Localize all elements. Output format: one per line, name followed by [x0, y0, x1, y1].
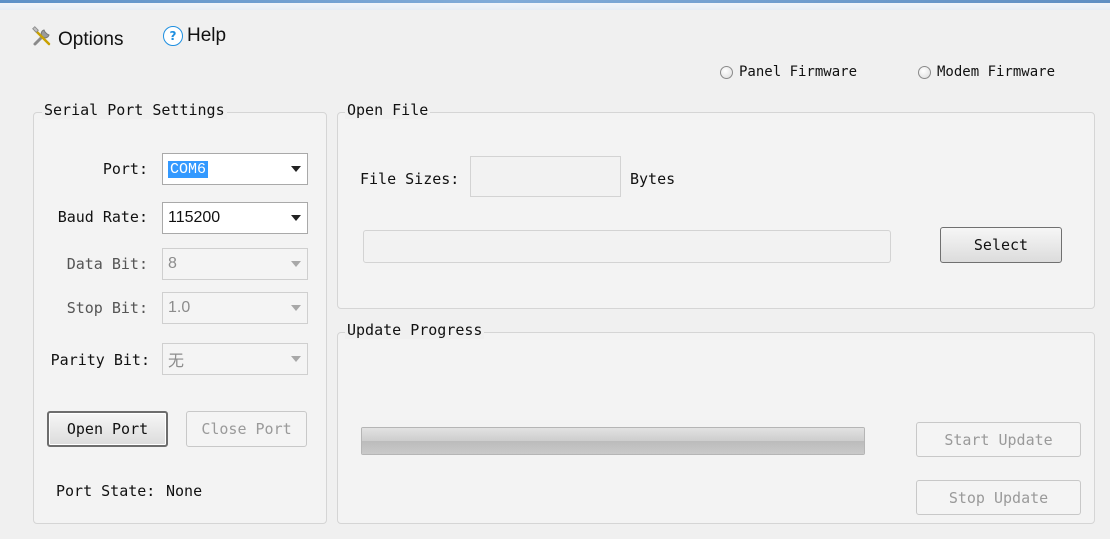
chevron-down-icon: [285, 261, 307, 267]
stop-update-button: Stop Update: [916, 480, 1081, 515]
parity-bit-label: Parity Bit:: [50, 351, 150, 369]
data-bit-select: 8: [162, 248, 308, 280]
close-port-button: Close Port: [186, 411, 307, 447]
baud-rate-select[interactable]: 115200: [162, 202, 308, 234]
parity-bit-select: 无: [162, 343, 308, 375]
menu-help[interactable]: ? Help: [163, 25, 226, 47]
radio-circle-icon[interactable]: [918, 65, 931, 79]
chevron-down-icon[interactable]: [285, 215, 307, 221]
file-path-field: [363, 230, 891, 263]
panel-firmware-label: Panel Firmware: [739, 64, 858, 80]
update-progress-fill: [362, 428, 864, 454]
data-bit-value: 8: [168, 255, 177, 272]
file-sizes-field: [470, 156, 621, 197]
port-label: Port:: [102, 160, 148, 178]
port-value: COM6: [168, 161, 209, 178]
panel-firmware-radio[interactable]: Panel Firmware: [720, 64, 857, 80]
open-port-button[interactable]: Open Port: [47, 411, 168, 447]
update-progress-title: Update Progress: [345, 321, 485, 339]
chevron-down-icon: [285, 356, 307, 362]
port-select[interactable]: COM6: [162, 153, 308, 185]
stop-bit-select: 1.0: [162, 292, 308, 324]
file-sizes-label: File Sizes:: [360, 170, 460, 188]
open-file-group: [337, 112, 1095, 309]
stop-bit-value: 1.0: [168, 299, 191, 316]
chevron-down-icon[interactable]: [285, 166, 307, 172]
menu-options[interactable]: Options: [30, 25, 123, 55]
update-progress-bar: [361, 427, 865, 455]
stop-bit-label: Stop Bit:: [66, 299, 148, 317]
open-file-title: Open File: [345, 101, 431, 119]
help-icon: ?: [163, 26, 183, 46]
select-button[interactable]: Select: [940, 227, 1062, 263]
menu-help-label: Help: [187, 25, 227, 46]
port-state-label: Port State:: [56, 482, 156, 500]
data-bit-label: Data Bit:: [66, 255, 148, 273]
baud-rate-value: 115200: [168, 209, 221, 226]
chevron-down-icon: [285, 305, 307, 311]
modem-firmware-radio[interactable]: Modem Firmware: [918, 64, 1055, 80]
parity-bit-value: 无: [168, 353, 185, 370]
baud-rate-label: Baud Rate:: [57, 208, 148, 226]
menu-options-label: Options: [58, 29, 124, 50]
radio-circle-icon[interactable]: [720, 65, 733, 79]
menu-bar: Options ? Help: [0, 10, 1110, 62]
bytes-label: Bytes: [630, 170, 676, 188]
serial-port-title: Serial Port Settings: [42, 101, 227, 119]
port-state-value: None: [166, 482, 203, 500]
start-update-button: Start Update: [916, 422, 1081, 457]
modem-firmware-label: Modem Firmware: [937, 64, 1056, 80]
tools-icon: [30, 25, 54, 55]
